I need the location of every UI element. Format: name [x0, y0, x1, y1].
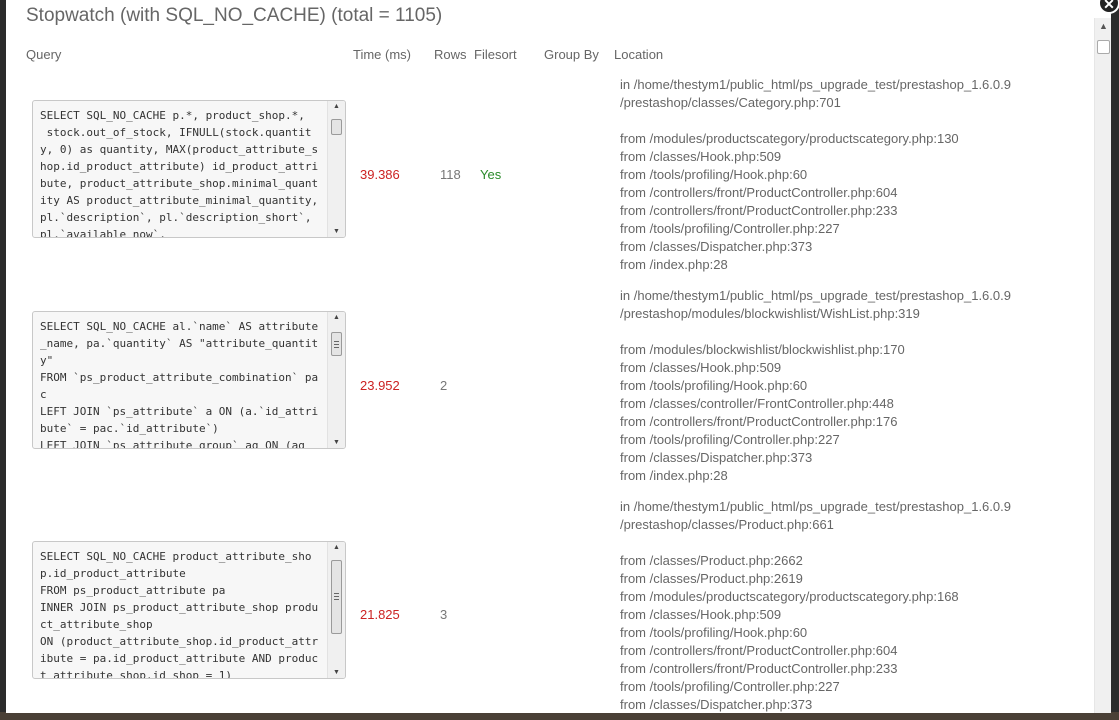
query-time: 39.386: [360, 167, 400, 182]
query-location: in /home/thestym1/public_html/ps_upgrade…: [620, 499, 1011, 712]
stopwatch-modal: Stopwatch (with SQL_NO_CACHE) (total = 1…: [6, 0, 1111, 713]
header-query: Query: [26, 47, 62, 62]
scroll-thumb[interactable]: [331, 560, 342, 634]
textarea-scrollbar[interactable]: ▲ ▼: [327, 312, 345, 448]
scroll-up-arrow-icon[interactable]: ▲: [328, 544, 345, 551]
scroll-up-arrow-icon[interactable]: ▲: [328, 103, 345, 110]
page-backdrop-bottom: [0, 712, 1119, 720]
textarea-scrollbar[interactable]: ▲ ▼: [327, 542, 345, 678]
query-location: in /home/thestym1/public_html/ps_upgrade…: [620, 288, 1011, 483]
query-rows: 118: [440, 167, 461, 182]
textarea-scrollbar[interactable]: ▲ ▼: [327, 101, 345, 237]
query-time: 21.825: [360, 607, 400, 622]
sql-query-text: SELECT SQL_NO_CACHE p.*, product_shop.*,…: [40, 109, 319, 238]
sql-query-textarea[interactable]: SELECT SQL_NO_CACHE product_attribute_sh…: [32, 541, 346, 679]
query-location: in /home/thestym1/public_html/ps_upgrade…: [620, 77, 1011, 272]
scroll-down-arrow-icon[interactable]: ▼: [328, 228, 345, 235]
page-backdrop-right: [1111, 0, 1119, 720]
modal-scrollbar[interactable]: ▲: [1094, 18, 1111, 713]
scroll-up-arrow-icon[interactable]: ▲: [1095, 18, 1111, 35]
header-time: Time (ms): [353, 47, 412, 62]
query-rows: 2: [440, 378, 448, 393]
scroll-up-arrow-icon[interactable]: ▲: [328, 314, 345, 321]
modal-title: Stopwatch (with SQL_NO_CACHE) (total = 1…: [26, 5, 443, 26]
sql-query-textarea[interactable]: SELECT SQL_NO_CACHE al.`name` AS attribu…: [32, 311, 346, 449]
scroll-down-arrow-icon[interactable]: ▼: [328, 669, 345, 676]
query-time: 23.952: [360, 378, 400, 393]
header-group-by: Group By: [544, 47, 599, 62]
query-rows: 3: [440, 607, 448, 622]
scroll-thumb[interactable]: [331, 332, 342, 356]
scroll-thumb[interactable]: [331, 119, 342, 135]
query-filesort: Yes: [480, 167, 502, 182]
sql-query-textarea[interactable]: SELECT SQL_NO_CACHE p.*, product_shop.*,…: [32, 100, 346, 238]
modal-scroll-thumb[interactable]: [1097, 40, 1110, 54]
sql-query-text: SELECT SQL_NO_CACHE al.`name` AS attribu…: [40, 320, 319, 449]
header-location: Location: [614, 47, 664, 62]
header-rows: Rows: [434, 47, 467, 62]
header-filesort: Filesort: [474, 47, 517, 62]
scroll-down-arrow-icon[interactable]: ▼: [328, 439, 345, 446]
sql-query-text: SELECT SQL_NO_CACHE product_attribute_sh…: [40, 550, 319, 679]
